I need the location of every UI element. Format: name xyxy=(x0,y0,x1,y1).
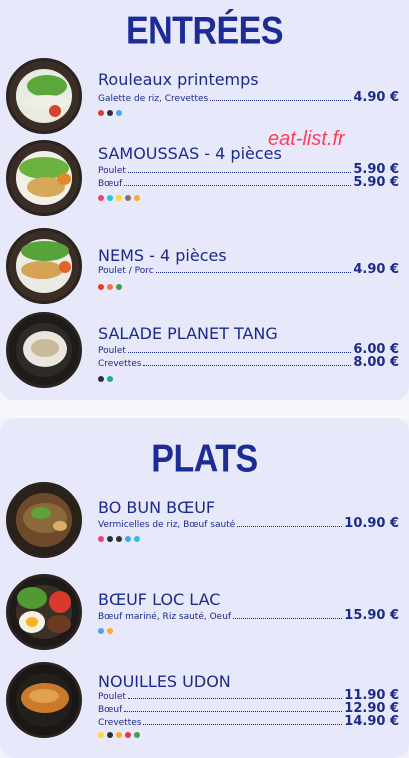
allergen-dot xyxy=(134,732,140,738)
dot-leader xyxy=(237,526,343,527)
allergen-dot xyxy=(116,195,122,201)
price: 4.90 € xyxy=(353,262,399,277)
allergen-dot xyxy=(116,536,122,542)
menu-item[interactable]: Rouleaux printemps Galette de riz, Creve… xyxy=(0,58,409,138)
allergen-dot xyxy=(125,536,131,542)
allergen-dot xyxy=(107,110,113,116)
allergen-dot xyxy=(107,628,113,634)
allergen-dots xyxy=(98,376,113,382)
allergen-dot xyxy=(98,628,104,634)
dish-name: SALADE PLANET TANG xyxy=(98,324,278,343)
dot-leader xyxy=(233,618,343,619)
price-row-label: Bœuf xyxy=(98,179,123,189)
price-row-label: Bœuf xyxy=(98,705,123,715)
allergen-dots xyxy=(98,110,122,116)
price-row: Vermicelles de riz, Bœuf sauté 10.90 € xyxy=(98,516,399,531)
dot-leader xyxy=(143,365,352,366)
dish-name: NOUILLES UDON xyxy=(98,672,231,691)
price-row-label: Galette de riz, Crevettes xyxy=(98,94,209,104)
allergen-dot xyxy=(98,284,104,290)
price-row-label: Poulet / Porc xyxy=(98,266,154,276)
price-row: Poulet / Porc 4.90 € xyxy=(98,262,399,277)
dish-name: BO BUN BŒUF xyxy=(98,498,216,517)
dish-name: Rouleaux printemps xyxy=(98,70,259,89)
allergen-dot xyxy=(134,536,140,542)
menu-item[interactable]: BO BUN BŒUF Vermicelles de riz, Bœuf sau… xyxy=(0,482,409,562)
allergen-dots xyxy=(98,536,140,542)
menu-item[interactable]: NOUILLES UDON Poulet 11.90 € Bœuf 12.90 … xyxy=(0,662,409,742)
price: 4.90 € xyxy=(353,90,399,105)
allergen-dot xyxy=(107,195,113,201)
menu-item[interactable]: NEMS - 4 pièces Poulet / Porc 4.90 € xyxy=(0,228,409,308)
dish-photo xyxy=(6,228,82,304)
entrees-section: ENTRÉES Rouleaux printemps Galette de ri… xyxy=(0,0,409,400)
price-row-label: Bœuf mariné, Riz sauté, Oeuf xyxy=(98,612,232,622)
dish-photo xyxy=(6,312,82,388)
price-row-label: Vermicelles de riz, Bœuf sauté xyxy=(98,520,236,530)
price-row-label: Crevettes xyxy=(98,718,142,728)
allergen-dots xyxy=(98,628,113,634)
allergen-dot xyxy=(116,110,122,116)
allergen-dot xyxy=(98,195,104,201)
price-row-label: Poulet xyxy=(98,692,126,702)
dot-leader xyxy=(155,272,352,273)
dot-leader xyxy=(127,698,343,699)
allergen-dot xyxy=(116,284,122,290)
price: 14.90 € xyxy=(344,714,399,729)
price-row: Crevettes 14.90 € xyxy=(98,714,399,729)
allergen-dot xyxy=(116,732,122,738)
price-row: Galette de riz, Crevettes 4.90 € xyxy=(98,90,399,105)
allergen-dot xyxy=(125,732,131,738)
allergen-dot xyxy=(98,732,104,738)
entrees-title: ENTRÉES xyxy=(125,9,284,53)
dot-leader xyxy=(143,724,343,725)
allergen-dot xyxy=(107,284,113,290)
allergen-dot xyxy=(98,376,104,382)
dish-photo xyxy=(6,574,82,650)
allergen-dots xyxy=(98,732,140,738)
dish-name: NEMS - 4 pièces xyxy=(98,246,227,265)
dot-leader xyxy=(127,172,352,173)
menu-item[interactable]: SAMOUSSAS - 4 pièces Poulet 5.90 € Bœuf … xyxy=(0,140,409,220)
price: 15.90 € xyxy=(344,608,399,623)
price-row: Bœuf 5.90 € xyxy=(98,175,399,190)
allergen-dots xyxy=(98,284,122,290)
menu-item[interactable]: BŒUF LOC LAC Bœuf mariné, Riz sauté, Oeu… xyxy=(0,574,409,654)
allergen-dot xyxy=(107,732,113,738)
dish-name: BŒUF LOC LAC xyxy=(98,590,221,609)
dish-photo xyxy=(6,140,82,216)
allergen-dot xyxy=(134,195,140,201)
menu-item[interactable]: SALADE PLANET TANG Poulet 6.00 € Crevett… xyxy=(0,312,409,392)
price: 5.90 € xyxy=(353,175,399,190)
allergen-dot xyxy=(125,195,131,201)
dot-leader xyxy=(124,711,343,712)
dot-leader xyxy=(124,185,352,186)
dot-leader xyxy=(127,352,352,353)
dot-leader xyxy=(210,100,352,101)
allergen-dot xyxy=(98,536,104,542)
section-divider xyxy=(0,400,409,418)
allergen-dot xyxy=(107,376,113,382)
plats-title: PLATS xyxy=(151,437,258,481)
dish-photo xyxy=(6,58,82,134)
dish-name: SAMOUSSAS - 4 pièces xyxy=(98,144,282,163)
price-row-label: Poulet xyxy=(98,166,126,176)
price: 8.00 € xyxy=(353,355,399,370)
watermark-text: eat-list.fr xyxy=(268,128,345,150)
dish-photo xyxy=(6,482,82,558)
dish-photo xyxy=(6,662,82,738)
allergen-dot xyxy=(98,110,104,116)
allergen-dot xyxy=(107,536,113,542)
price-row: Crevettes 8.00 € xyxy=(98,355,399,370)
price: 10.90 € xyxy=(344,516,399,531)
allergen-dots xyxy=(98,195,140,201)
price-row-label: Poulet xyxy=(98,346,126,356)
plats-section: PLATS BO BUN BŒUF Vermicelles de riz, Bœ… xyxy=(0,418,409,758)
price-row: Bœuf mariné, Riz sauté, Oeuf 15.90 € xyxy=(98,608,399,623)
price-row-label: Crevettes xyxy=(98,359,142,369)
